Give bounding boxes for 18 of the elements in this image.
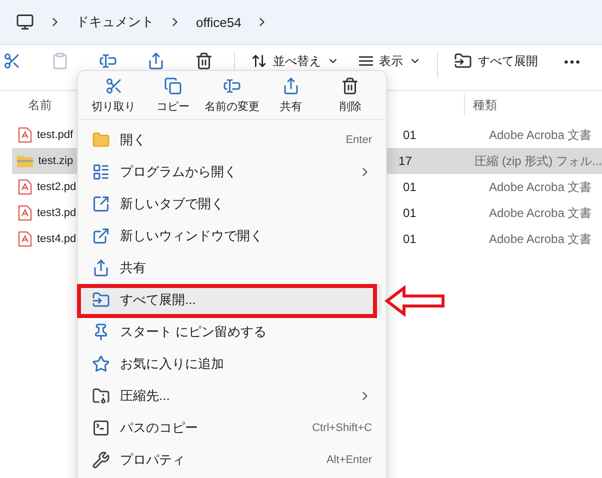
file-type: Adobe Acroba 文書 xyxy=(489,204,592,222)
file-date: 17 xyxy=(398,154,413,168)
file-type: Adobe Acroba 文書 xyxy=(489,126,592,144)
file-name: test4.pd xyxy=(37,233,78,245)
file-name: test.zip xyxy=(38,155,74,167)
file-date: 01 xyxy=(403,180,418,194)
file-name: test2.pd xyxy=(37,181,78,193)
file-type: 圧縮 (zip 形式) フォル... xyxy=(474,152,602,170)
shortcut-text: Alt+Enter xyxy=(326,454,372,466)
file-type: Adobe Acroba 文書 xyxy=(489,178,592,196)
file-date: 01 xyxy=(403,232,418,246)
file-name: test3.pd xyxy=(37,207,78,219)
file-name: test.pdf xyxy=(37,129,74,141)
shortcut-text: Ctrl+Shift+C xyxy=(312,422,372,434)
file-date: 01 xyxy=(403,206,418,220)
file-type: Adobe Acroba 文書 xyxy=(489,230,592,248)
file-date: 01 xyxy=(403,128,418,142)
shortcut-text: Enter xyxy=(346,134,372,146)
